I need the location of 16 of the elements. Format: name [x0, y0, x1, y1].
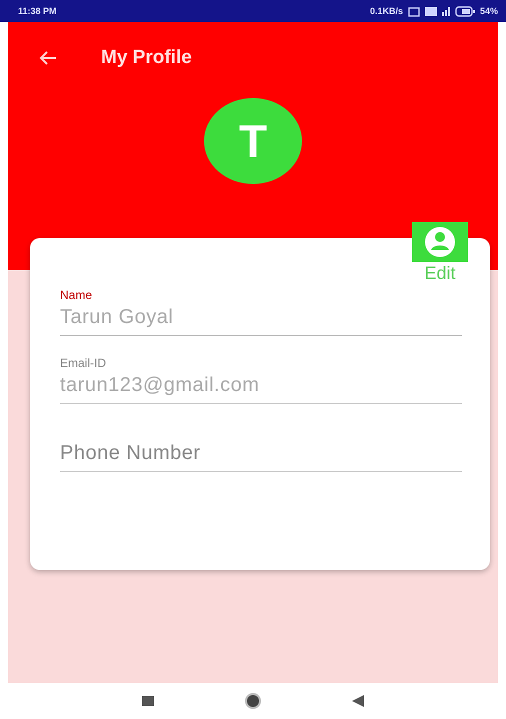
- back-icon[interactable]: [352, 695, 364, 707]
- battery-icon: [454, 6, 475, 16]
- edit-link[interactable]: Edit: [424, 263, 456, 284]
- status-time: 11:38 PM: [18, 6, 57, 16]
- input-field[interactable]: Tarun Goyal: [60, 302, 462, 336]
- field-label: Name: [60, 288, 92, 302]
- signal-icon: [442, 6, 450, 16]
- home-icon[interactable]: [244, 692, 262, 710]
- profile-edit-icon[interactable]: [412, 222, 468, 262]
- avatar: T: [204, 98, 302, 184]
- input-field[interactable]: tarun123@gmail.com: [60, 370, 462, 404]
- page-title: My Profile: [101, 47, 192, 69]
- field-label: Email-ID: [60, 356, 106, 370]
- network-speed: 0.1KB/s: [370, 6, 403, 16]
- battery-level: 54%: [480, 6, 498, 16]
- input-field[interactable]: Phone Number: [60, 438, 462, 472]
